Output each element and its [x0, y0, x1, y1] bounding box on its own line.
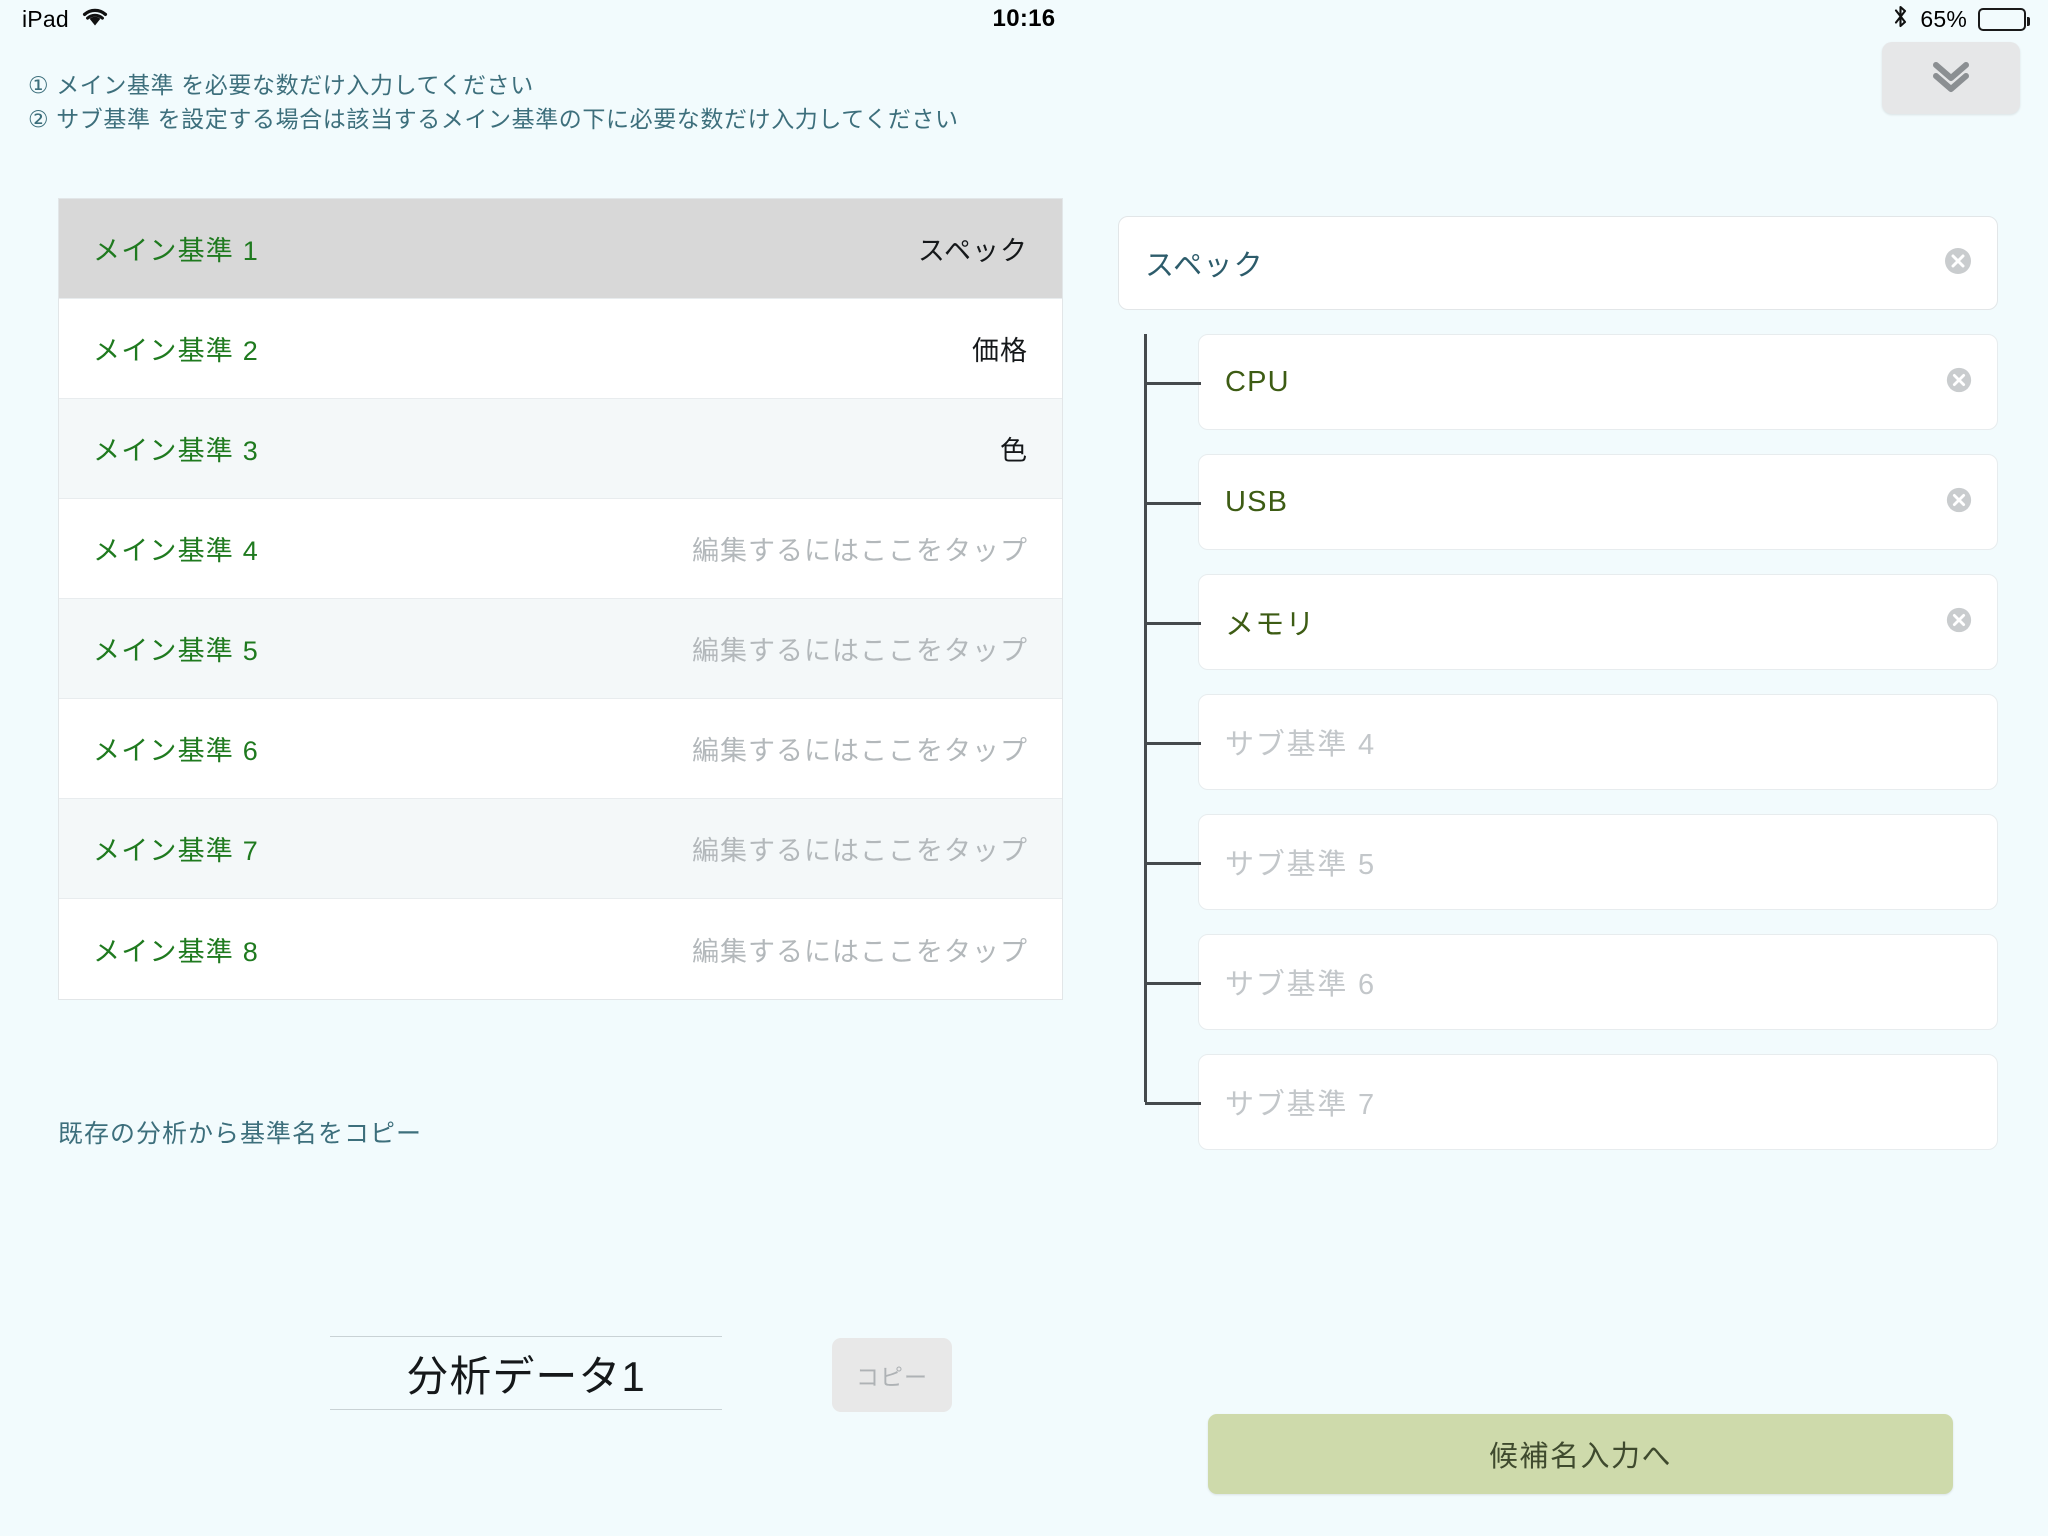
sub-criteria-placeholder: サブ基準 7 [1225, 1089, 1376, 1121]
bluetooth-icon [1892, 4, 1909, 35]
main-criteria-row-label: メイン基準 4 [93, 536, 259, 566]
sub-criteria-row[interactable]: サブ基準 7 [1145, 1054, 1998, 1150]
main-criteria-row[interactable]: メイン基準 6 編集するにはここをタップ [59, 699, 1062, 799]
sub-criteria-value: メモリ [1225, 609, 1316, 641]
sub-criteria-panel: スペック CPU USB メモリサブ基準 4 サブ基準 5 サブ基準 6 サブ基準 7 [1118, 216, 1998, 1150]
sub-criteria-row[interactable]: USB [1145, 454, 1998, 550]
sub-criteria-row[interactable]: サブ基準 5 [1145, 814, 1998, 910]
status-bar-clock: 10:16 [992, 5, 1056, 32]
main-criteria-row-placeholder: 編集するにはここをタップ [692, 736, 1028, 766]
status-bar-right: 65% [1892, 4, 2030, 35]
collapse-panel-button[interactable] [1882, 42, 2020, 114]
tree-trunk-line [1144, 334, 1147, 1102]
main-criteria-row[interactable]: メイン基準 7 編集するにはここをタップ [59, 799, 1062, 899]
sub-criteria-parent-field[interactable]: スペック [1118, 216, 1998, 310]
sub-criteria-parent-value: スペック [1145, 250, 1264, 282]
status-bar: iPad 10:16 65% [0, 0, 2048, 38]
sub-criteria-value: CPU [1225, 365, 1290, 398]
main-criteria-row[interactable]: メイン基準 4 編集するにはここをタップ [59, 499, 1062, 599]
sub-criteria-placeholder: サブ基準 6 [1225, 969, 1376, 1001]
copy-button[interactable]: コピー [832, 1338, 952, 1412]
main-criteria-row-label: メイン基準 3 [93, 436, 259, 466]
battery-percent-label: 65% [1920, 5, 1967, 32]
main-criteria-row-label: メイン基準 8 [93, 936, 259, 967]
sub-criteria-rows: CPU USB メモリサブ基準 4 サブ基準 5 サブ基準 6 サブ基準 7 [1118, 334, 1998, 1150]
main-criteria-row[interactable]: メイン基準 8 編集するにはここをタップ [59, 899, 1062, 999]
sub-criteria-placeholder: サブ基準 4 [1225, 729, 1376, 761]
main-criteria-row-label: メイン基準 6 [93, 736, 259, 766]
main-criteria-row-value: 色 [1000, 436, 1028, 466]
main-criteria-row[interactable]: メイン基準 1 スペック [59, 199, 1062, 299]
main-criteria-row-label: メイン基準 7 [93, 836, 259, 866]
instruction-line-2: ② サブ基準 を設定する場合は該当するメイン基準の下に必要な数だけ入力してくださ… [28, 106, 959, 132]
copy-button-label: コピー [856, 1364, 928, 1390]
chevron-double-down-icon [1928, 58, 1974, 99]
main-criteria-row-label: メイン基準 2 [93, 336, 259, 366]
main-criteria-row-placeholder: 編集するにはここをタップ [692, 936, 1028, 967]
main-criteria-list: メイン基準 1 スペックメイン基準 2 価格メイン基準 3 色メイン基準 4 編集するに… [58, 198, 1063, 1000]
clear-circle-icon[interactable] [1945, 486, 1973, 519]
sub-criteria-row[interactable]: サブ基準 4 [1145, 694, 1998, 790]
copy-criteria-names-link[interactable]: 既存の分析から基準名をコピー [58, 1114, 422, 1150]
go-to-candidate-names-button[interactable]: 候補名入力へ [1208, 1414, 1953, 1494]
main-criteria-row-placeholder: 編集するにはここをタップ [692, 836, 1028, 866]
go-to-candidate-names-label: 候補名入力へ [1488, 1441, 1672, 1473]
main-criteria-row-value: 価格 [972, 336, 1028, 366]
clear-circle-icon[interactable] [1945, 606, 1973, 639]
main-criteria-row[interactable]: メイン基準 2 価格 [59, 299, 1062, 399]
main-criteria-row[interactable]: メイン基準 3 色 [59, 399, 1062, 499]
main-criteria-row-placeholder: 編集するにはここをタップ [692, 636, 1028, 666]
sub-criteria-row[interactable]: CPU [1145, 334, 1998, 430]
main-criteria-row-label: メイン基準 1 [93, 236, 259, 266]
battery-icon [1978, 7, 2030, 31]
instruction-line-1: ① メイン基準 を必要な数だけ入力してください [28, 72, 534, 98]
main-criteria-row-value: スペック [917, 236, 1028, 266]
sub-criteria-row[interactable]: サブ基準 6 [1145, 934, 1998, 1030]
sub-criteria-row[interactable]: メモリ [1145, 574, 1998, 670]
instructions-block: ① メイン基準 を必要な数だけ入力してください ② サブ基準 を設定する場合は該… [28, 68, 959, 136]
clear-circle-icon[interactable] [1943, 246, 1973, 281]
main-criteria-row[interactable]: メイン基準 5 編集するにはここをタップ [59, 599, 1062, 699]
main-criteria-row-placeholder: 編集するにはここをタップ [692, 536, 1028, 566]
sub-criteria-placeholder: サブ基準 5 [1225, 849, 1376, 881]
analysis-name-input[interactable]: 分析データ1 [330, 1336, 722, 1410]
analysis-name-value: 分析データ1 [406, 1352, 646, 1400]
clear-circle-icon[interactable] [1945, 366, 1973, 399]
main-criteria-row-label: メイン基準 5 [93, 636, 259, 666]
sub-criteria-value: USB [1225, 485, 1289, 518]
